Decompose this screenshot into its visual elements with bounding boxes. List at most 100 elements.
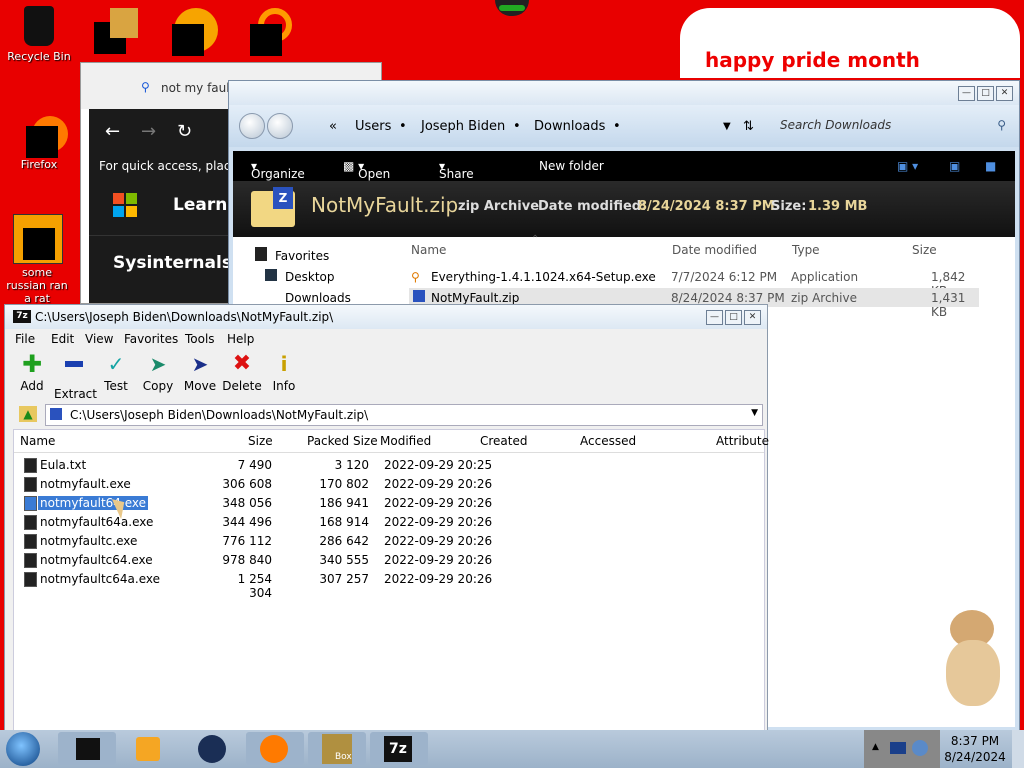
nav-favorites[interactable]: Favorites — [275, 249, 329, 263]
path-input[interactable]: C:\Users\Joseph Biden\Downloads\NotMyFau… — [45, 404, 763, 426]
menu-tools[interactable]: Tools — [185, 332, 215, 346]
back-icon[interactable]: ← — [105, 121, 120, 142]
view-icon[interactable]: ▣ ▾ — [897, 159, 918, 173]
recycle-bin-icon[interactable]: Recycle Bin — [4, 6, 74, 63]
col-name[interactable]: Name — [411, 243, 446, 257]
minimize-button[interactable]: — — [958, 86, 975, 101]
file-row[interactable]: ⚲ Everything-1.4.1.1024.x64-Setup.exe 7/… — [409, 267, 979, 298]
maximize-button[interactable]: □ — [977, 86, 994, 101]
zip-icon — [413, 290, 425, 302]
check-icon: ✓ — [107, 352, 125, 376]
details-filename: NotMyFault.zip — [311, 193, 459, 217]
path-text: C:\Users\Joseph Biden\Downloads\NotMyFau… — [70, 408, 369, 422]
archive-row[interactable]: notmyfault.exe 306 608 170 802 2022-09-2… — [14, 474, 764, 493]
sysinternals-link[interactable]: Sysinternals — [113, 253, 232, 273]
col-created[interactable]: Created — [480, 434, 528, 448]
info-button[interactable]: i Info — [264, 353, 304, 393]
taskbar-app-1[interactable] — [58, 732, 116, 765]
refresh-icon[interactable]: ↻ — [177, 121, 192, 142]
col-accessed[interactable]: Accessed — [580, 434, 636, 448]
start-button[interactable] — [6, 732, 40, 766]
col-name[interactable]: Name — [20, 434, 55, 448]
clock[interactable]: 8:37 PM 8/24/2024 — [940, 734, 1010, 764]
taskbar-7zip[interactable]: 7z — [370, 732, 428, 765]
back-button[interactable] — [239, 113, 265, 139]
minimize-button[interactable]: — — [706, 310, 723, 325]
col-date[interactable]: Date modified — [672, 243, 757, 257]
col-packed[interactable]: Packed Size — [307, 434, 378, 448]
archive-row[interactable]: notmyfaultc.exe 776 112 286 642 2022-09-… — [14, 531, 764, 550]
col-size[interactable]: Size — [912, 243, 937, 257]
archive-row[interactable]: notmyfaultc64.exe 978 840 340 555 2022-0… — [14, 550, 764, 569]
breadcrumb-users[interactable]: Users — [355, 119, 391, 134]
network-icon[interactable] — [890, 742, 906, 754]
taskbar-media-player[interactable] — [124, 732, 182, 765]
sevenzip-window[interactable]: 7z C:\Users\Joseph Biden\Downloads\NotMy… — [4, 304, 769, 732]
share-with-button[interactable]: Share with ▾ — [439, 159, 474, 195]
col-size[interactable]: Size — [248, 434, 273, 448]
details-pane: Z NotMyFault.zip zip Archive Date modifi… — [233, 181, 1015, 237]
clock-time: 8:37 PM — [950, 734, 1000, 748]
up-folder-icon[interactable]: ▲ — [19, 406, 37, 422]
exe-file-icon — [24, 534, 37, 549]
menu-edit[interactable]: Edit — [51, 332, 74, 346]
preview-pane-icon[interactable]: ▣ — [949, 159, 960, 173]
sevenzip-icon: 7z — [13, 310, 31, 323]
delete-button[interactable]: ✖ Delete — [222, 353, 262, 394]
taskbar-box[interactable]: Box — [308, 732, 366, 765]
move-button[interactable]: ➤ Move — [180, 353, 220, 393]
nav-downloads[interactable]: Downloads — [285, 291, 351, 305]
firefox-desktop-icon[interactable]: Firefox — [4, 116, 74, 171]
copy-button[interactable]: ➤ Copy — [138, 353, 178, 393]
details-size-value: 1.39 MB — [808, 199, 868, 214]
chevron-down-icon[interactable]: ▼ — [723, 121, 731, 132]
open-button[interactable]: ▩ Open ▾ — [343, 159, 390, 181]
search-downloads-input[interactable]: Search Downloads ⚲ — [774, 113, 1014, 137]
col-attributes[interactable]: Attribute — [716, 434, 769, 448]
archive-list[interactable]: Name Size Packed Size Modified Created A… — [13, 429, 769, 731]
zip-path-icon — [50, 408, 62, 420]
menu-help[interactable]: Help — [227, 332, 254, 346]
explorer-titlebar[interactable]: — □ ✕ — [229, 81, 1019, 105]
close-button[interactable]: ✕ — [996, 86, 1013, 101]
help-icon[interactable]: ■ — [985, 159, 996, 173]
chevron-down-icon[interactable]: ▼ — [751, 408, 758, 418]
add-button[interactable]: ✚ Add — [12, 352, 52, 393]
minus-icon — [63, 361, 85, 383]
forward-icon[interactable]: → — [141, 121, 156, 142]
show-hidden-icon[interactable]: ▲ — [872, 742, 879, 752]
taskbar-app-3[interactable] — [184, 732, 242, 765]
test-button[interactable]: ✓ Test — [96, 353, 136, 393]
forward-button[interactable] — [267, 113, 293, 139]
extract-button[interactable]: Extract — [54, 353, 97, 401]
organize-button[interactable]: Organize ▾ — [251, 159, 305, 181]
desktop-icon-hidden[interactable] — [248, 8, 298, 56]
banner-text: happy pride month — [705, 48, 920, 72]
archive-row[interactable]: Eula.txt 7 490 3 120 2022-09-29 20:25 — [14, 455, 764, 474]
breadcrumb-downloads[interactable]: Downloads — [534, 119, 605, 134]
menu-file[interactable]: File — [15, 332, 35, 346]
volume-icon[interactable] — [912, 740, 928, 756]
new-folder-button[interactable]: New folder — [539, 159, 604, 173]
chevron-double-left-icon[interactable]: « — [329, 119, 337, 134]
rat-desktop-icon[interactable]: some russian ran a rat — [2, 214, 72, 305]
maximize-button[interactable]: □ — [725, 310, 742, 325]
col-modified[interactable]: Modified — [380, 434, 431, 448]
menu-favorites[interactable]: Favorites — [124, 332, 178, 346]
show-desktop-button[interactable] — [1012, 730, 1024, 768]
sevenzip-titlebar[interactable]: 7z C:\Users\Joseph Biden\Downloads\NotMy… — [5, 305, 767, 329]
browser-search-text[interactable]: not my fault — [161, 81, 234, 95]
close-button[interactable]: ✕ — [744, 310, 761, 325]
archive-row[interactable]: notmyfaultc64a.exe 1 254 304 307 257 202… — [14, 569, 764, 600]
desktop-icon-hidden[interactable] — [94, 8, 139, 56]
learn-link[interactable]: Learn — [173, 195, 227, 215]
exe-file-icon — [24, 572, 37, 587]
firefox-label: Firefox — [20, 158, 58, 171]
refresh-icon[interactable]: ⇅ — [743, 119, 754, 134]
breadcrumb-joseph-biden[interactable]: Joseph Biden — [421, 119, 505, 134]
nav-desktop[interactable]: Desktop — [285, 270, 335, 284]
menu-view[interactable]: View — [85, 332, 113, 346]
col-type[interactable]: Type — [792, 243, 820, 257]
taskbar-firefox[interactable] — [246, 732, 304, 765]
desktop-icon-hidden[interactable] — [170, 8, 220, 56]
